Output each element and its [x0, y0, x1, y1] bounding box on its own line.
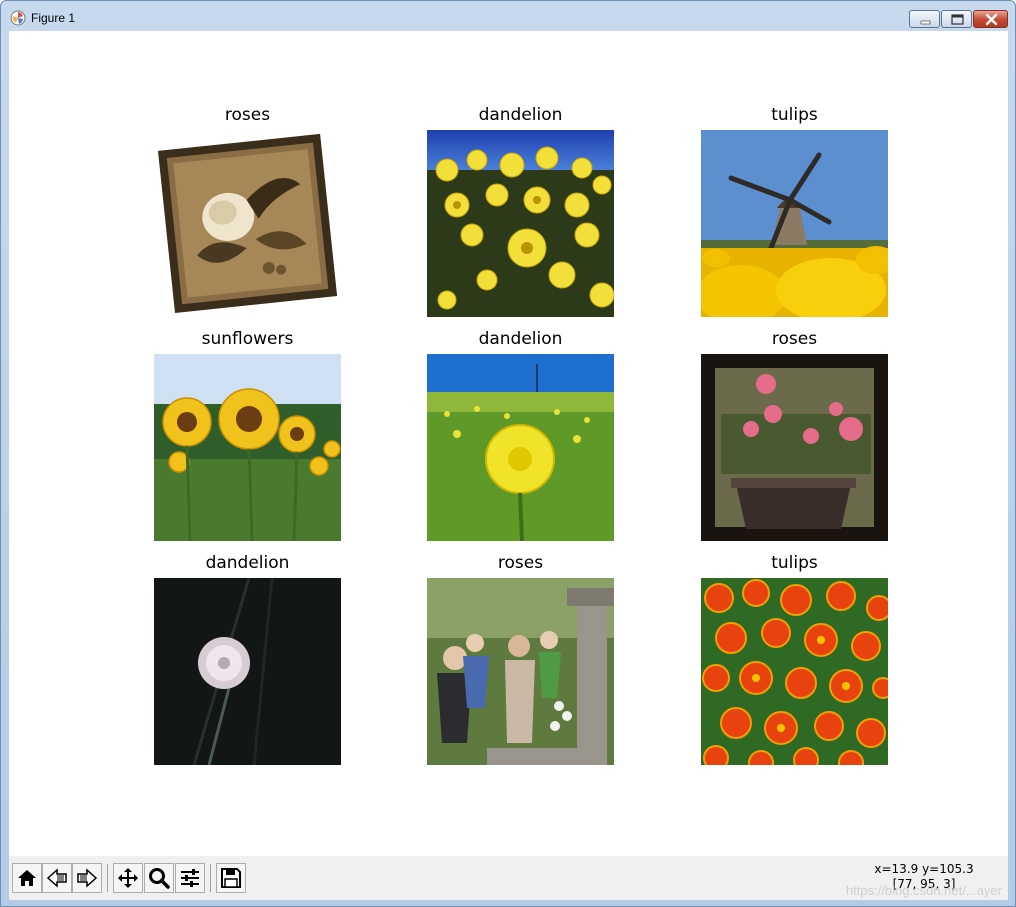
- dandelion-photo: [427, 130, 614, 317]
- toolbar-separator: [210, 864, 211, 892]
- cursor-xy-readout: x=13.9 y=105.3: [874, 862, 974, 876]
- title-bar[interactable]: Figure 1: [1, 1, 1015, 31]
- matplotlib-app-icon: [10, 10, 26, 26]
- window-client-area: roses dandelion tulips sunflowers dandel…: [9, 31, 1008, 900]
- dandelion-seedhead-photo: [154, 578, 341, 765]
- subplot-title-8: roses: [497, 553, 544, 573]
- pan-button[interactable]: [113, 863, 143, 893]
- figure-window: Figure 1 roses dandelion tulips sunflowe…: [0, 0, 1016, 907]
- save-icon: [221, 868, 241, 888]
- subplot-title-3: tulips: [771, 105, 818, 125]
- subplot-title-9: tulips: [771, 553, 818, 573]
- pan-icon: [118, 868, 138, 888]
- close-button[interactable]: [973, 10, 1008, 28]
- minimize-button[interactable]: [909, 10, 940, 28]
- figure-canvas[interactable]: roses dandelion tulips sunflowers dandel…: [9, 31, 1008, 855]
- subplot-title-7: dandelion: [205, 553, 290, 573]
- red-tulips-photo: [701, 578, 888, 765]
- sunflowers-photo: [154, 354, 341, 541]
- window-title: Figure 1: [31, 11, 76, 25]
- zoom-icon: [149, 868, 170, 889]
- toolbar-separator: [107, 864, 108, 892]
- back-button[interactable]: [42, 863, 72, 893]
- configure-subplots-icon: [181, 869, 199, 887]
- save-button[interactable]: [216, 863, 246, 893]
- navigation-toolbar: x=13.9 y=105.3 [77, 95, 3] https://blog.…: [9, 856, 1008, 900]
- subplot-title-2: dandelion: [478, 105, 563, 125]
- forward-button[interactable]: [72, 863, 102, 893]
- maximize-button[interactable]: [941, 10, 972, 28]
- dandelion-field-photo: [427, 354, 614, 541]
- back-icon: [46, 868, 67, 888]
- rose-photo: [154, 130, 341, 317]
- home-button[interactable]: [12, 863, 42, 893]
- subplot-title-5: dandelion: [478, 329, 563, 349]
- watermark: https://blog.csdn.net/...ayer: [845, 883, 1002, 898]
- configure-subplots-button[interactable]: [175, 863, 205, 893]
- windmill-tulips-photo: [701, 130, 888, 317]
- subplot-title-4: sunflowers: [201, 329, 294, 349]
- fountain-family-photo: [427, 578, 614, 765]
- home-icon: [18, 870, 36, 886]
- rose-pot-photo: [701, 354, 888, 541]
- forward-icon: [77, 868, 98, 888]
- subplot-title-6: roses: [771, 329, 818, 349]
- subplot-title-1: roses: [224, 105, 271, 125]
- zoom-button[interactable]: [144, 863, 174, 893]
